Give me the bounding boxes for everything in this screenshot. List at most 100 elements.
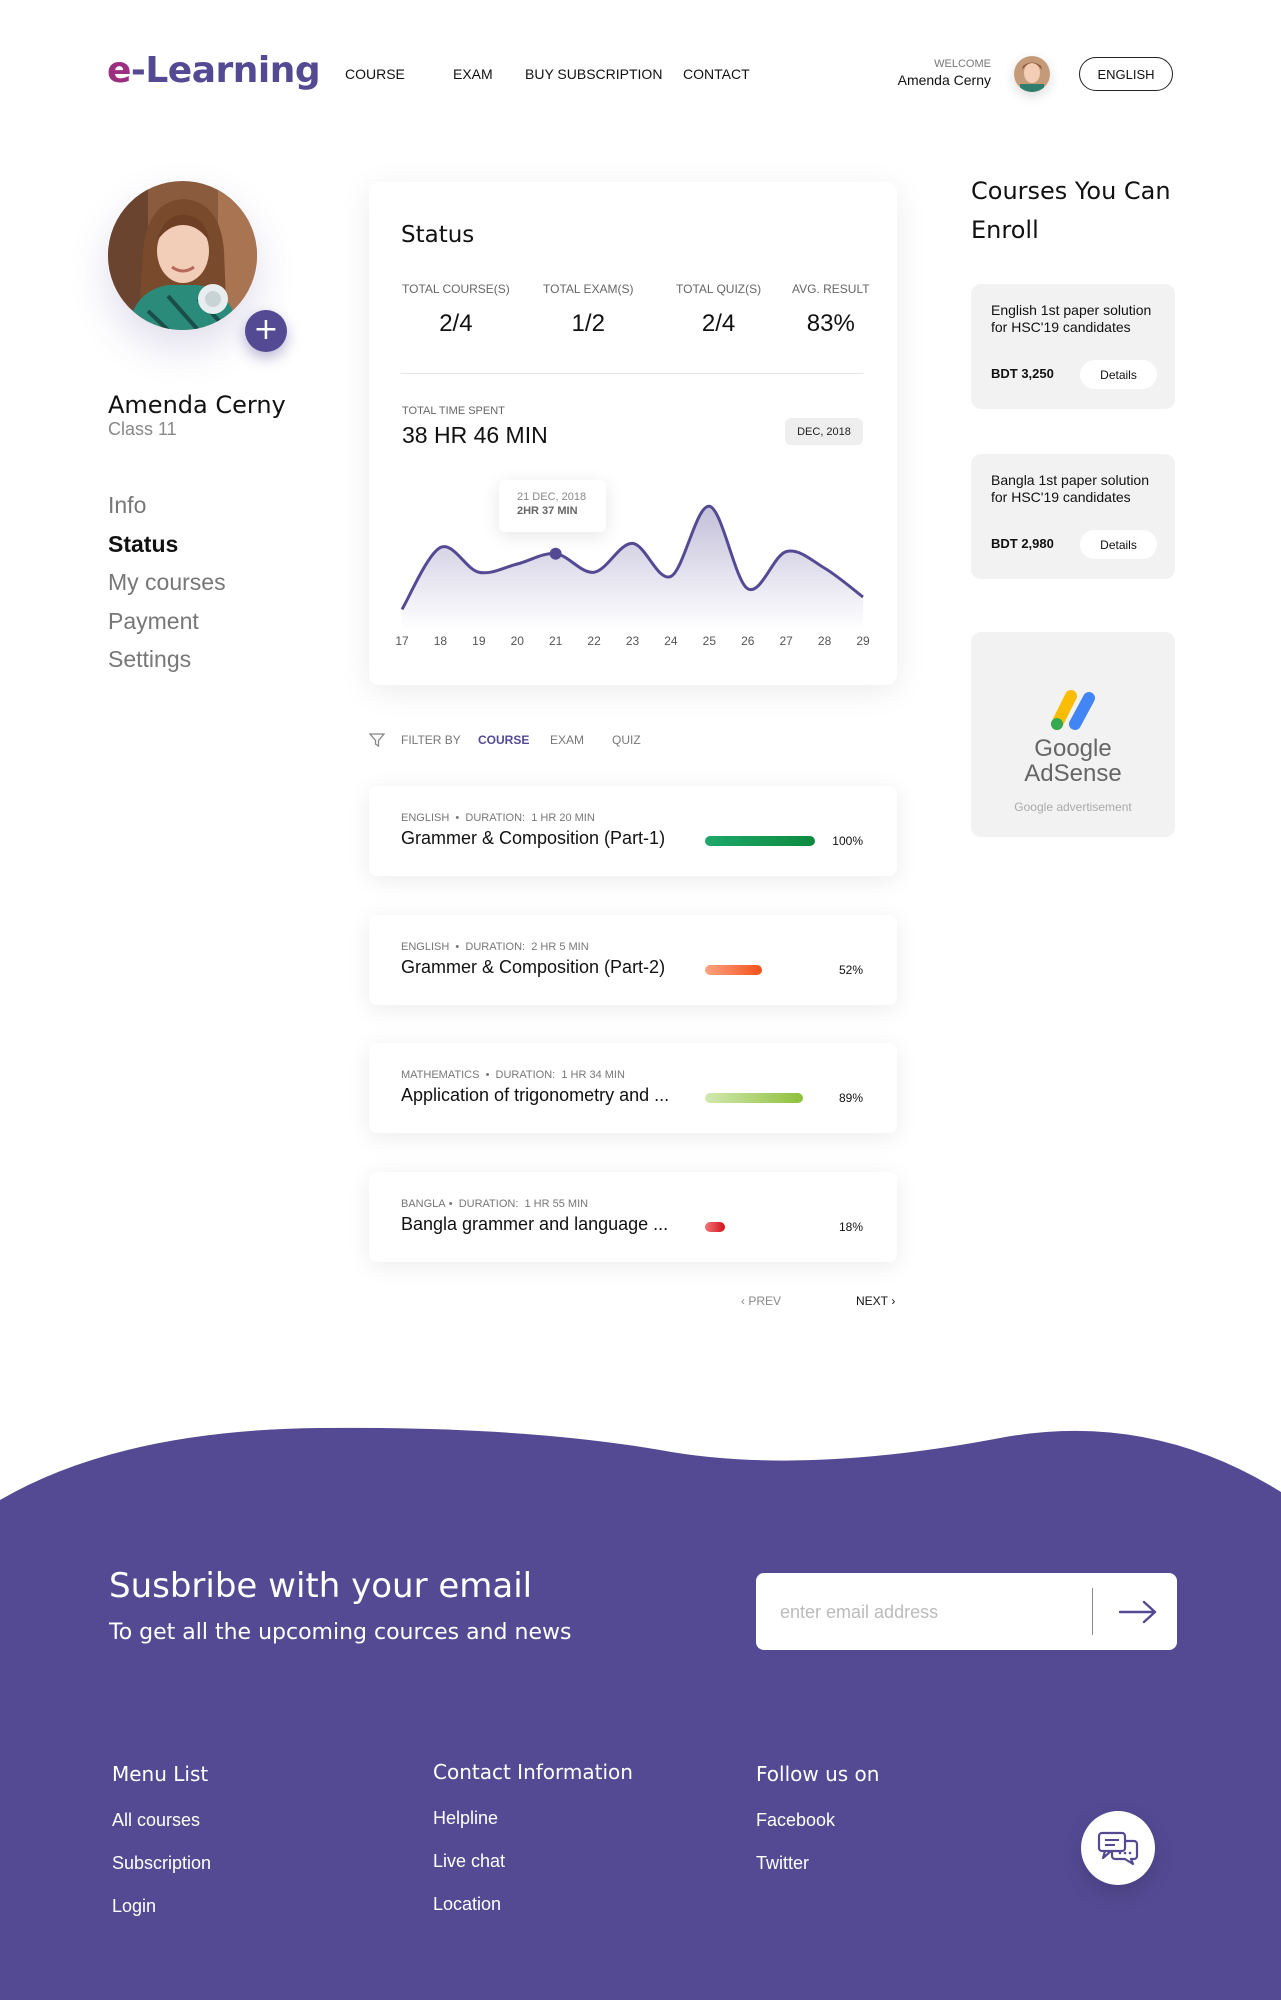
- enroll-card: English 1st paper solution for HSC'19 ca…: [971, 284, 1175, 409]
- chart-x-tick: 20: [510, 634, 524, 648]
- stat-value: 83%: [806, 310, 855, 337]
- course-subject: MATHEMATICS: [401, 1069, 480, 1081]
- progress-percent: 18%: [838, 1220, 863, 1234]
- stat-total-exams: TOTAL EXAM(S) 1/2: [543, 282, 633, 338]
- course-subject: ENGLISH: [401, 941, 450, 953]
- course-subject: ENGLISH: [401, 812, 450, 824]
- enroll-desc: English 1st paper solution for HSC'19 ca…: [991, 302, 1152, 335]
- progress-percent: 100%: [832, 834, 863, 848]
- course-card[interactable]: ENGLISH • DURATION: 1 HR 20 MIN Grammer …: [369, 786, 897, 876]
- ad-caption: Google advertisement: [1014, 800, 1132, 814]
- progress-bar: [705, 965, 815, 975]
- time-spent-chart: [400, 504, 864, 630]
- progress-fill: [705, 1093, 803, 1103]
- welcome-label: WELCOME: [934, 58, 991, 70]
- course-card[interactable]: BANGLA • DURATION: 1 HR 55 MIN Bangla gr…: [369, 1172, 897, 1262]
- ad-brand-line2: AdSense: [1024, 760, 1122, 787]
- side-menu-settings[interactable]: Settings: [108, 644, 226, 683]
- course-duration: 1 HR 20 MIN: [531, 812, 595, 824]
- filter-exam[interactable]: EXAM: [550, 733, 584, 747]
- subscribe-submit-button[interactable]: [1108, 1588, 1168, 1635]
- add-photo-button[interactable]: +: [245, 310, 287, 352]
- filter-icon[interactable]: [368, 732, 386, 753]
- filter-by-label: FILTER BY: [401, 733, 461, 747]
- google-adsense-box[interactable]: Google AdSense Google advertisement: [971, 632, 1175, 837]
- subscribe-subtitle: To get all the upcoming cources and news: [109, 1620, 572, 1645]
- side-menu-my-courses[interactable]: My courses: [108, 567, 226, 606]
- ad-brand-line1: Google: [1034, 735, 1112, 762]
- meta-separator: •: [455, 812, 460, 824]
- stat-value: 2/4: [701, 310, 736, 337]
- course-meta: ENGLISH • DURATION: 1 HR 20 MIN: [401, 812, 595, 824]
- language-button[interactable]: ENGLISH: [1079, 57, 1173, 91]
- footer-link-live-chat[interactable]: Live chat: [433, 1851, 505, 1872]
- footer-link-location[interactable]: Location: [433, 1894, 501, 1915]
- stat-value: 1/2: [571, 310, 605, 337]
- status-card: Status TOTAL COURSE(S) 2/4 TOTAL EXAM(S)…: [369, 182, 897, 685]
- chart-x-tick: 29: [856, 634, 870, 648]
- chart-tooltip: 21 DEC, 2018 2HR 37 MIN: [499, 480, 606, 532]
- course-meta: ENGLISH • DURATION: 2 HR 5 MIN: [401, 941, 589, 953]
- duration-label: DURATION:: [465, 812, 526, 824]
- profile-photo: [108, 181, 257, 330]
- total-time-value: 38 HR 46 MIN: [402, 422, 548, 448]
- chevron-right-icon: ›: [891, 1294, 896, 1308]
- details-button[interactable]: Details: [1080, 360, 1157, 389]
- chart-x-tick: 28: [817, 634, 832, 648]
- side-menu-info[interactable]: Info: [108, 490, 226, 529]
- chart-x-tick: 27: [779, 634, 793, 648]
- details-button[interactable]: Details: [1080, 530, 1157, 559]
- nav-exam[interactable]: EXAM: [453, 66, 493, 82]
- adsense-logo-icon: [1051, 690, 1095, 730]
- course-card[interactable]: MATHEMATICS • DURATION: 1 HR 34 MIN Appl…: [369, 1043, 897, 1133]
- profile-name: Amenda Cerny: [108, 391, 286, 419]
- footer-link-helpline[interactable]: Helpline: [433, 1808, 498, 1829]
- footer-link-login[interactable]: Login: [112, 1896, 156, 1917]
- duration-label: DURATION:: [465, 941, 526, 953]
- stats-divider: [401, 373, 863, 374]
- course-duration: 1 HR 55 MIN: [524, 1198, 589, 1210]
- month-selector[interactable]: DEC, 2018: [785, 418, 863, 445]
- stat-avg-result: AVG. RESULT 83%: [792, 282, 870, 338]
- nav-course[interactable]: COURSE: [345, 66, 405, 82]
- email-input[interactable]: [780, 1593, 1080, 1631]
- side-menu-payment[interactable]: Payment: [108, 606, 226, 645]
- footer-link-twitter[interactable]: Twitter: [756, 1853, 809, 1874]
- course-title: Application of trigonometry and ...: [401, 1085, 670, 1105]
- stat-total-quizzes: TOTAL QUIZ(S) 2/4: [676, 282, 761, 338]
- side-menu: Info Status My courses Payment Settings: [108, 490, 226, 683]
- logo-e: e: [107, 50, 131, 91]
- next-button[interactable]: NEXT ›: [856, 1294, 895, 1308]
- footer-link-all-courses[interactable]: All courses: [112, 1810, 200, 1831]
- footer-menu-heading: Menu List: [112, 1762, 209, 1786]
- filter-quiz[interactable]: QUIZ: [612, 733, 641, 747]
- footer-link-subscription[interactable]: Subscription: [112, 1853, 211, 1874]
- course-card[interactable]: ENGLISH • DURATION: 2 HR 5 MIN Grammer &…: [369, 915, 897, 1005]
- chat-button[interactable]: [1081, 1811, 1155, 1885]
- chevron-left-icon: ‹: [741, 1294, 745, 1308]
- footer-link-facebook[interactable]: Facebook: [756, 1810, 835, 1831]
- progress-percent: 52%: [838, 963, 863, 977]
- status-title: Status: [401, 222, 475, 248]
- enroll-price: BDT 3,250: [991, 366, 1054, 381]
- chart-x-tick: 24: [664, 634, 678, 648]
- subscribe-form: [756, 1573, 1177, 1650]
- chart-highlight-point[interactable]: [549, 547, 562, 560]
- progress-bar: [705, 836, 815, 846]
- course-title: Grammer & Composition (Part-2): [401, 957, 666, 977]
- prev-button[interactable]: ‹ PREV: [741, 1294, 781, 1308]
- logo[interactable]: e-Learning: [107, 50, 321, 91]
- nav-buy-subscription[interactable]: BUY SUBSCRIPTION: [525, 66, 662, 82]
- enroll-heading: Courses You Can Enroll: [971, 177, 1171, 244]
- side-menu-status[interactable]: Status: [108, 529, 226, 568]
- chart-x-tick: 18: [433, 634, 448, 648]
- header-avatar[interactable]: [1014, 56, 1050, 92]
- chart-x-tick: 23: [625, 634, 640, 648]
- stat-label: TOTAL EXAM(S): [543, 282, 634, 296]
- footer-contact-heading: Contact Information: [433, 1760, 633, 1784]
- chart-x-tick: 22: [587, 634, 601, 648]
- logo-text: -Learning: [130, 50, 321, 91]
- nav-contact[interactable]: CONTACT: [683, 66, 750, 82]
- filter-course[interactable]: COURSE: [478, 733, 529, 747]
- arrow-right-icon: [1118, 1600, 1157, 1623]
